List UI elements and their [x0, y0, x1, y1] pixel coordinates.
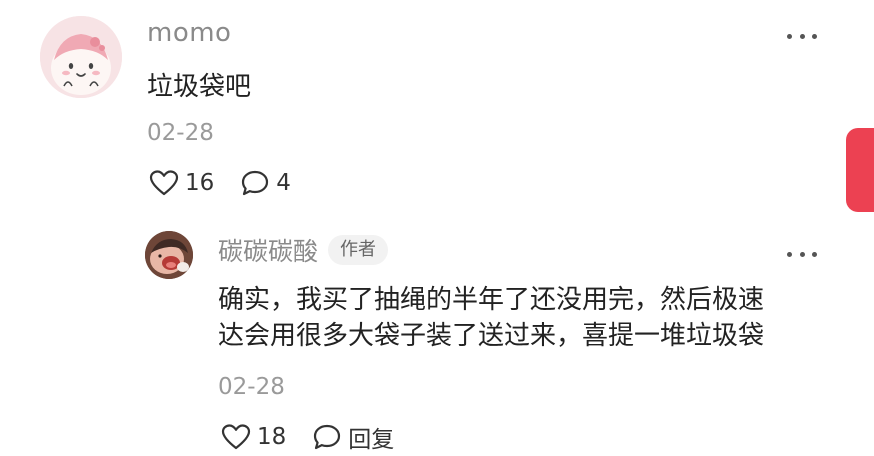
character-avatar-image — [145, 231, 193, 279]
more-dots-icon — [787, 22, 817, 50]
reply-avatar[interactable] — [145, 231, 193, 279]
heart-outline-icon — [221, 424, 251, 450]
reply-content-line: 确实，我买了抽绳的半年了还没用完，然后极速 — [218, 285, 765, 315]
speech-bubble-icon — [242, 170, 269, 196]
comment-username[interactable]: momo — [147, 18, 231, 48]
more-dots-icon — [787, 240, 817, 268]
reply-username-row: 碳碳碳酸 作者 — [218, 232, 389, 268]
reply-more-button[interactable] — [787, 240, 821, 268]
reply-content: 确实，我买了抽绳的半年了还没用完，然后极速 达会用很多大袋子装了送过来，喜提一堆… — [218, 282, 818, 354]
heart-outline-icon — [149, 170, 179, 196]
reply-username[interactable]: 碳碳碳酸 — [218, 232, 318, 268]
comment-like-button[interactable]: 16 — [149, 169, 214, 197]
comment-reply-count-button[interactable]: 4 — [240, 169, 291, 197]
side-floating-tab[interactable] — [846, 128, 874, 212]
author-badge: 作者 — [328, 235, 389, 265]
reply-like-button[interactable]: 18 — [221, 423, 286, 451]
comment-reply-count: 4 — [276, 170, 291, 196]
comment-more-button[interactable] — [787, 22, 821, 50]
reply-date: 02-28 — [218, 374, 285, 400]
cute-character-avatar-image — [40, 16, 122, 98]
comment-avatar[interactable] — [40, 16, 122, 98]
comment-date: 02-28 — [147, 120, 214, 146]
reply-actions: 18 回复 — [221, 420, 394, 454]
reply-like-count: 18 — [257, 424, 287, 450]
reply-content-line: 达会用很多大袋子装了送过来，喜提一堆垃圾袋 — [218, 321, 765, 351]
reply-label: 回复 — [348, 427, 395, 453]
reply-button[interactable]: 回复 — [312, 420, 394, 454]
comment-like-count: 16 — [185, 170, 215, 196]
comment-actions: 16 4 — [149, 166, 291, 200]
speech-bubble-icon — [314, 424, 341, 450]
comment-content: 垃圾袋吧 — [147, 72, 252, 102]
